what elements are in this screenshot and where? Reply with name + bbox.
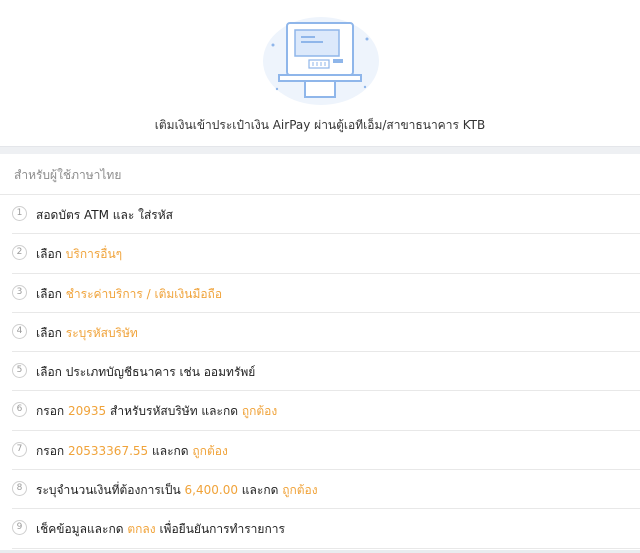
step-text: เลือก ประเภทบัญชีธนาคาร เช่น ออมทรัพย์ bbox=[36, 363, 255, 382]
header: เติมเงินเข้าประเป๋าเงิน AirPay ผ่านตู้เอ… bbox=[0, 0, 640, 146]
step-text: สอดบัตร ATM และ ใส่รหัส bbox=[36, 206, 173, 225]
step-highlight: 20533367.55 bbox=[68, 443, 149, 458]
step-highlight: 20935 bbox=[68, 404, 107, 419]
step-number: 6 bbox=[12, 402, 27, 418]
step-text-part: และกด bbox=[237, 483, 283, 498]
step-item: 1 สอดบัตร ATM และ ใส่รหัส bbox=[0, 195, 640, 235]
step-text-part: กรอก bbox=[36, 443, 68, 458]
step-number: 1 bbox=[12, 206, 27, 221]
step-highlight: ถูกต้อง bbox=[282, 483, 318, 498]
step-highlight: ชำระค่าบริการ / เติมเงินมือถือ bbox=[65, 286, 223, 301]
step-text: ระบุจำนวนเงินที่ต้องการเป็น 6,400.00 และ… bbox=[36, 481, 318, 500]
step-text-part: ระบุจำนวนเงินที่ต้องการเป็น bbox=[36, 483, 185, 498]
step-item: 7 กรอก 20533367.55 และกด ถูกต้อง bbox=[0, 431, 640, 471]
step-text: เลือก ระบุรหัสบริษัท bbox=[36, 324, 138, 343]
step-text-part: เลือก ประเภทบัญชีธนาคาร เช่น ออมทรัพย์ bbox=[36, 365, 256, 380]
step-text: เลือก ชำระค่าบริการ / เติมเงินมือถือ bbox=[36, 285, 222, 304]
step-text-part: สอดบัตร ATM และ ใส่รหัส bbox=[36, 208, 173, 222]
step-item: 9 เช็คข้อมูลและกด ตกลง เพื่อยืนยันการทำรา… bbox=[0, 509, 640, 549]
step-highlight: ตกลง bbox=[127, 522, 156, 537]
step-text-part: เลือก bbox=[36, 325, 66, 340]
step-number: 8 bbox=[12, 481, 27, 497]
step-number: 9 bbox=[12, 520, 27, 536]
section-divider bbox=[0, 146, 640, 154]
atm-icon bbox=[263, 17, 379, 105]
step-item: 6 กรอก 20935 สำหรับรหัสบริษัท และกด ถูกต้… bbox=[0, 391, 640, 432]
step-text: เลือก บริการอื่นๆ bbox=[36, 245, 122, 264]
atm-illustration bbox=[261, 15, 381, 105]
step-item: 4 เลือก ระบุรหัสบริษัท bbox=[0, 313, 640, 353]
step-item: 2 เลือก บริการอื่นๆ bbox=[0, 234, 640, 274]
step-item: 5 เลือก ประเภทบัญชีธนาคาร เช่น ออมทรัพย์ bbox=[0, 352, 640, 392]
step-highlight: 6,400.00 bbox=[184, 483, 238, 498]
step-number: 4 bbox=[12, 323, 27, 339]
step-highlight: ถูกต้อง bbox=[241, 404, 278, 419]
step-number: 7 bbox=[12, 441, 27, 457]
language-label: สำหรับผู้ใช้ภาษาไทย bbox=[14, 168, 122, 182]
step-item: 3 เลือก ชำระค่าบริการ / เติมเงินมือถือ bbox=[0, 274, 640, 314]
step-text-part: เพื่อยืนยันการทำรายการ bbox=[155, 522, 285, 537]
step-highlight: ถูกต้อง bbox=[192, 443, 228, 458]
step-text: กรอก 20533367.55 และกด ถูกต้อง bbox=[36, 442, 228, 461]
step-text-part: สำหรับรหัสบริษัท และกด bbox=[106, 404, 242, 419]
step-text-part: กรอก bbox=[36, 404, 68, 419]
step-number: 3 bbox=[12, 284, 27, 300]
step-text-part: และกด bbox=[148, 443, 193, 458]
page-title: เติมเงินเข้าประเป๋าเงิน AirPay ผ่านตู้เอ… bbox=[154, 118, 486, 132]
step-item: 8 ระบุจำนวนเงินที่ต้องการเป็น 6,400.00 แล… bbox=[0, 470, 640, 510]
step-number: 5 bbox=[12, 363, 27, 379]
step-text-part: เช็คข้อมูลและกด bbox=[36, 522, 128, 537]
steps-list: 1 สอดบัตร ATM และ ใส่รหัส 2 เลือก บริการอื่… bbox=[0, 195, 640, 549]
step-highlight: บริการอื่นๆ bbox=[65, 247, 123, 262]
step-number: 2 bbox=[12, 245, 27, 261]
step-text-part: เลือก bbox=[36, 247, 66, 262]
step-text: กรอก 20935 สำหรับรหัสบริษัท และกด ถูกต้อ… bbox=[36, 402, 277, 421]
step-highlight: ระบุรหัสบริษัท bbox=[65, 325, 138, 340]
step-text-part: เลือก bbox=[36, 286, 66, 301]
step-text: เช็คข้อมูลและกด ตกลง เพื่อยืนยันการทำราย… bbox=[36, 520, 285, 539]
